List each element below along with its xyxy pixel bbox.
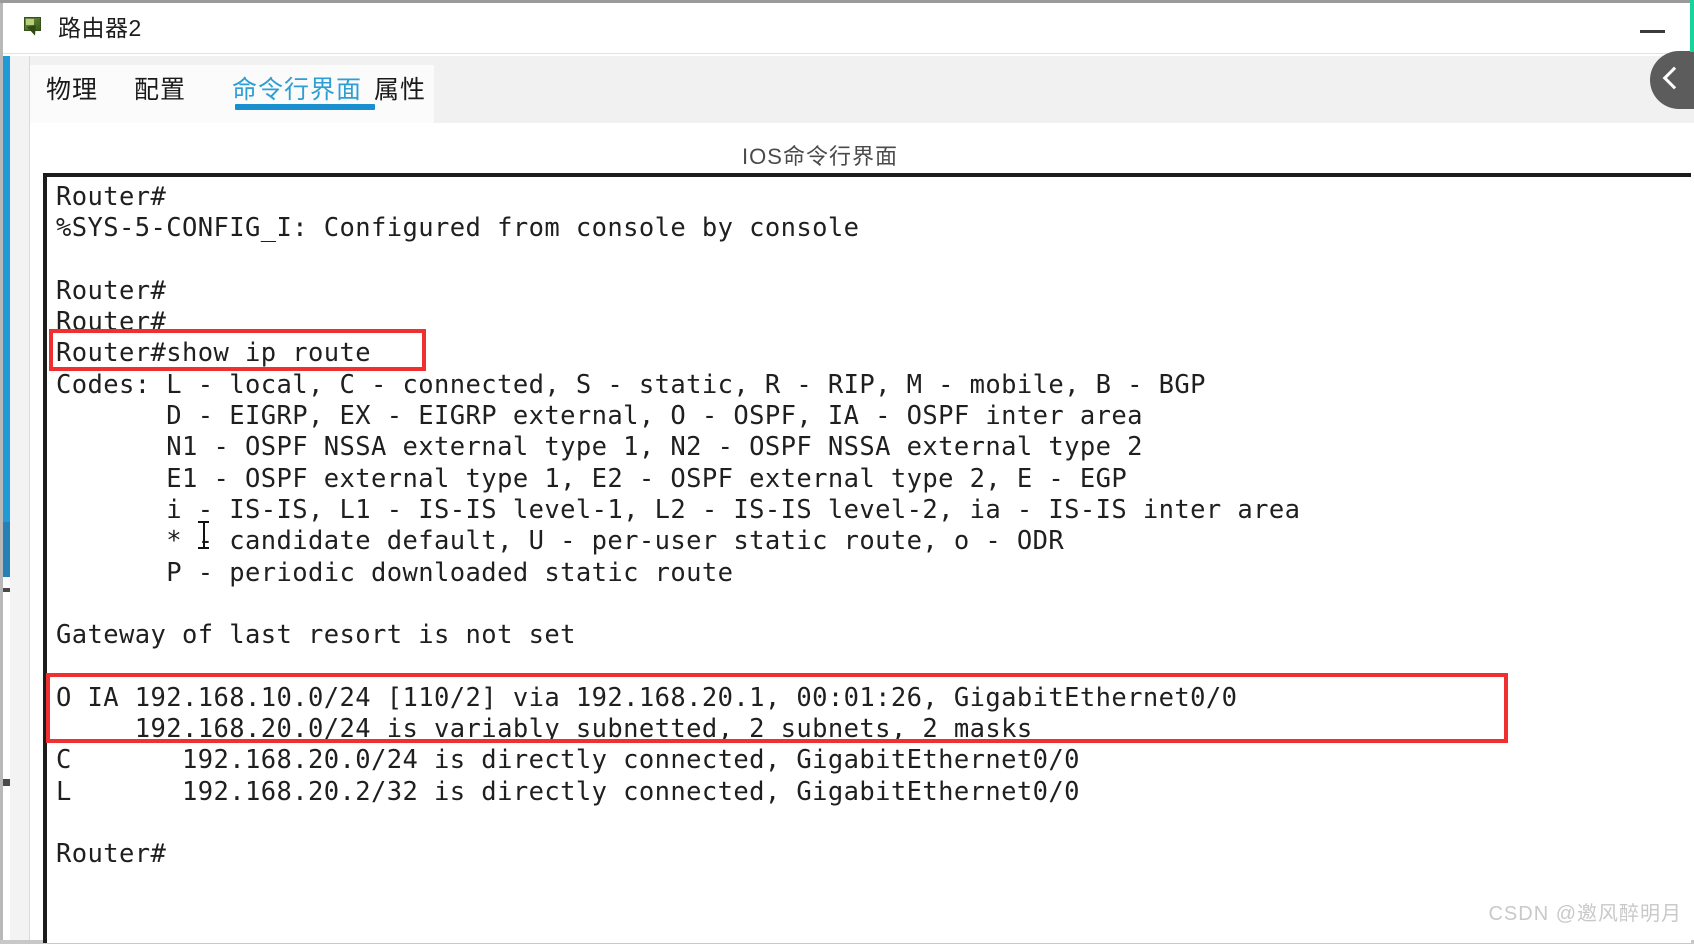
terminal-text: Router# %SYS-5-CONFIG_I: Configured from… — [56, 182, 1301, 870]
tab-physical[interactable]: 物理 — [46, 70, 98, 106]
tab-attributes[interactable]: 属性 — [374, 70, 426, 106]
left-gutter — [10, 56, 30, 940]
minimize-icon — [1640, 30, 1665, 33]
chevron-left-icon — [1662, 66, 1686, 90]
watermark: CSDN @邀风醉明月 — [1488, 903, 1682, 925]
tab-config[interactable]: 配置 — [134, 70, 186, 106]
left-gutter-marker-upper — [3, 588, 10, 592]
title-bar: 路由器2 — [3, 3, 1694, 54]
side-accent-bar — [1690, 0, 1694, 52]
router-device-window: 路由器2 物理 配置 命令行界面 属性 IOS命令行界面 Router# %SY… — [0, 0, 1694, 944]
cli-heading: IOS命令行界面 — [742, 144, 898, 169]
left-accent-strip — [3, 56, 10, 522]
left-accent-strip-lower — [3, 522, 10, 577]
tab-cli-underline — [235, 104, 375, 110]
router-icon — [20, 14, 48, 42]
terminal-output-area[interactable]: Router# %SYS-5-CONFIG_I: Configured from… — [43, 173, 1691, 943]
tab-cli[interactable]: 命令行界面 — [232, 70, 362, 106]
window-title: 路由器2 — [58, 15, 142, 41]
tab-bar: 物理 配置 命令行界面 属性 — [30, 56, 1694, 123]
cli-content-panel: IOS命令行界面 Router# %SYS-5-CONFIG_I: Config… — [30, 123, 1694, 943]
left-gutter-marker-lower — [3, 779, 10, 786]
minimize-button[interactable] — [1630, 13, 1676, 43]
